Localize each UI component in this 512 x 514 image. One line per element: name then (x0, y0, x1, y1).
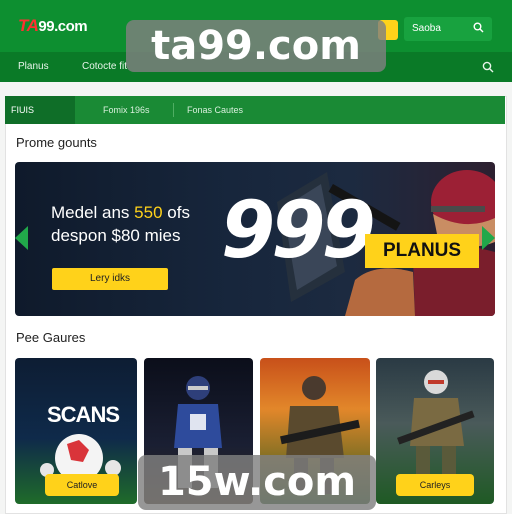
promo-banner[interactable]: Medel ans 550 ofs despon $80 mies Lery i… (15, 162, 495, 316)
category-tabs: FIUIS Fomix 196s Fonas Cautes (5, 96, 505, 124)
tab-fonas-cautes[interactable]: Fonas Cautes (181, 96, 249, 124)
tab-divider (173, 103, 174, 117)
tab-fiuis[interactable]: FIUIS (5, 96, 75, 124)
banner-next-arrow-icon[interactable] (482, 226, 495, 250)
promo-line-1: Medel ans 550 ofs (51, 203, 190, 223)
search-box[interactable]: Saoba (404, 17, 492, 41)
promo-big-number: 999 (221, 186, 376, 276)
logo-text: 99.com (38, 18, 88, 35)
game-tile-title: SCANS (47, 402, 120, 427)
promo-line-1-suffix: ofs (162, 203, 190, 222)
banner-prev-arrow-icon[interactable] (15, 226, 28, 250)
search-icon[interactable] (473, 22, 484, 36)
promo-line-2: despon $80 mies (51, 226, 181, 245)
watermark-bottom: 15w.com (138, 455, 376, 510)
tab-fomix[interactable]: Fomix 196s (97, 96, 156, 124)
search-label: Saoba (412, 23, 441, 34)
promo-line-1-prefix: Medel ans (51, 203, 135, 222)
logo-mark: TA (18, 16, 39, 35)
game-tile-button[interactable]: Carleys (396, 474, 474, 496)
game-tile-armored-player[interactable]: Carleys (376, 358, 494, 504)
games-section-title: Pee Gaures (16, 330, 86, 345)
promo-badge: PLANUS (365, 234, 479, 268)
promo-cta-button[interactable]: Lery idks (52, 268, 168, 290)
nav-item-planus[interactable]: Planus (18, 61, 49, 72)
site-logo[interactable]: TA99.com (18, 16, 88, 36)
game-tile-scans[interactable]: SCANS Catlove (15, 358, 137, 504)
game-tile-button[interactable]: Catlove (45, 474, 119, 496)
nav-item-cotocte[interactable]: Cotocte fit (82, 61, 127, 72)
promo-section-title: Prome gounts (16, 135, 97, 150)
watermark-top: ta99.com (126, 20, 386, 72)
promo-line-1-highlight: 550 (134, 203, 163, 222)
nav-search-icon[interactable] (482, 60, 494, 78)
